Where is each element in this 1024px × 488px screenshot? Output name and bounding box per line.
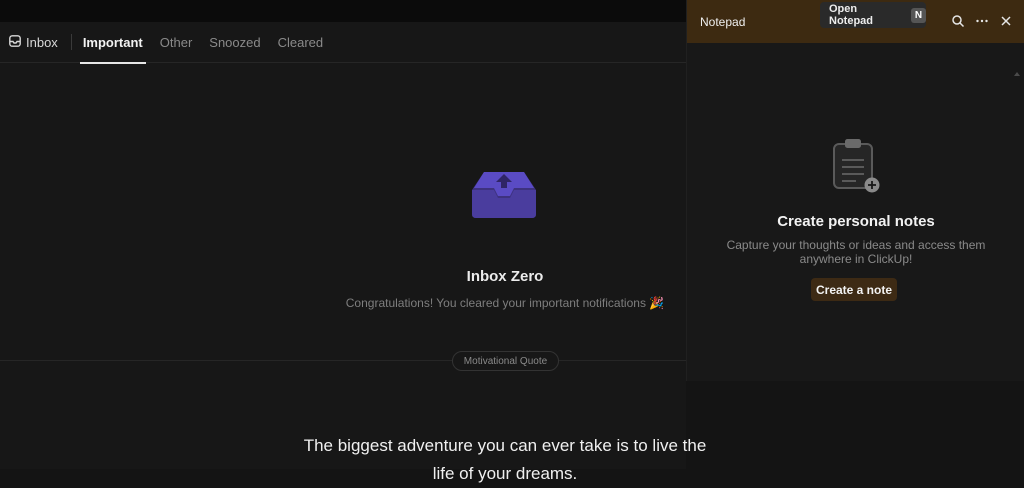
shortcut-key: N bbox=[911, 7, 926, 23]
notepad-empty-description: Capture your thoughts or ideas and acces… bbox=[726, 238, 986, 266]
tab-important[interactable]: Important bbox=[79, 22, 146, 64]
more-icon[interactable] bbox=[975, 14, 989, 28]
inbox-label: Inbox bbox=[26, 34, 58, 50]
inbox-icon bbox=[9, 34, 21, 50]
quote-divider bbox=[0, 360, 686, 361]
search-icon[interactable] bbox=[951, 14, 965, 28]
tooltip-label: Open Notepad bbox=[829, 3, 873, 27]
scroll-up-arrow-icon[interactable] bbox=[1014, 64, 1020, 76]
create-note-button[interactable]: Create a note bbox=[811, 278, 897, 301]
close-icon[interactable] bbox=[999, 14, 1013, 28]
tab-other[interactable]: Other bbox=[160, 22, 193, 63]
tab-cleared[interactable]: Cleared bbox=[278, 22, 324, 63]
open-notepad-tooltip: Open Notepad N bbox=[820, 2, 926, 28]
motivational-quote-text: The biggest adventure you can ever take … bbox=[303, 436, 707, 483]
clipboard-add-icon bbox=[831, 138, 881, 194]
notepad-title: Notepad bbox=[700, 14, 746, 29]
tab-separator bbox=[70, 34, 72, 50]
inbox-main-panel: Inbox Important Other Snoozed Cleared In… bbox=[0, 22, 706, 483]
inbox-heading[interactable]: Inbox bbox=[9, 35, 58, 50]
top-strip bbox=[0, 0, 686, 22]
inbox-tray-icon bbox=[470, 168, 538, 220]
notepad-actions bbox=[951, 14, 1013, 28]
tab-snoozed[interactable]: Snoozed bbox=[209, 22, 260, 63]
notepad-panel: Notepad Create personal notes Capture yo… bbox=[686, 0, 1024, 381]
notepad-empty-heading: Create personal notes bbox=[777, 213, 935, 230]
motivational-quote-pill: Motivational Quote bbox=[452, 351, 559, 371]
inbox-tabs: Inbox Important Other Snoozed Cleared bbox=[0, 22, 686, 64]
